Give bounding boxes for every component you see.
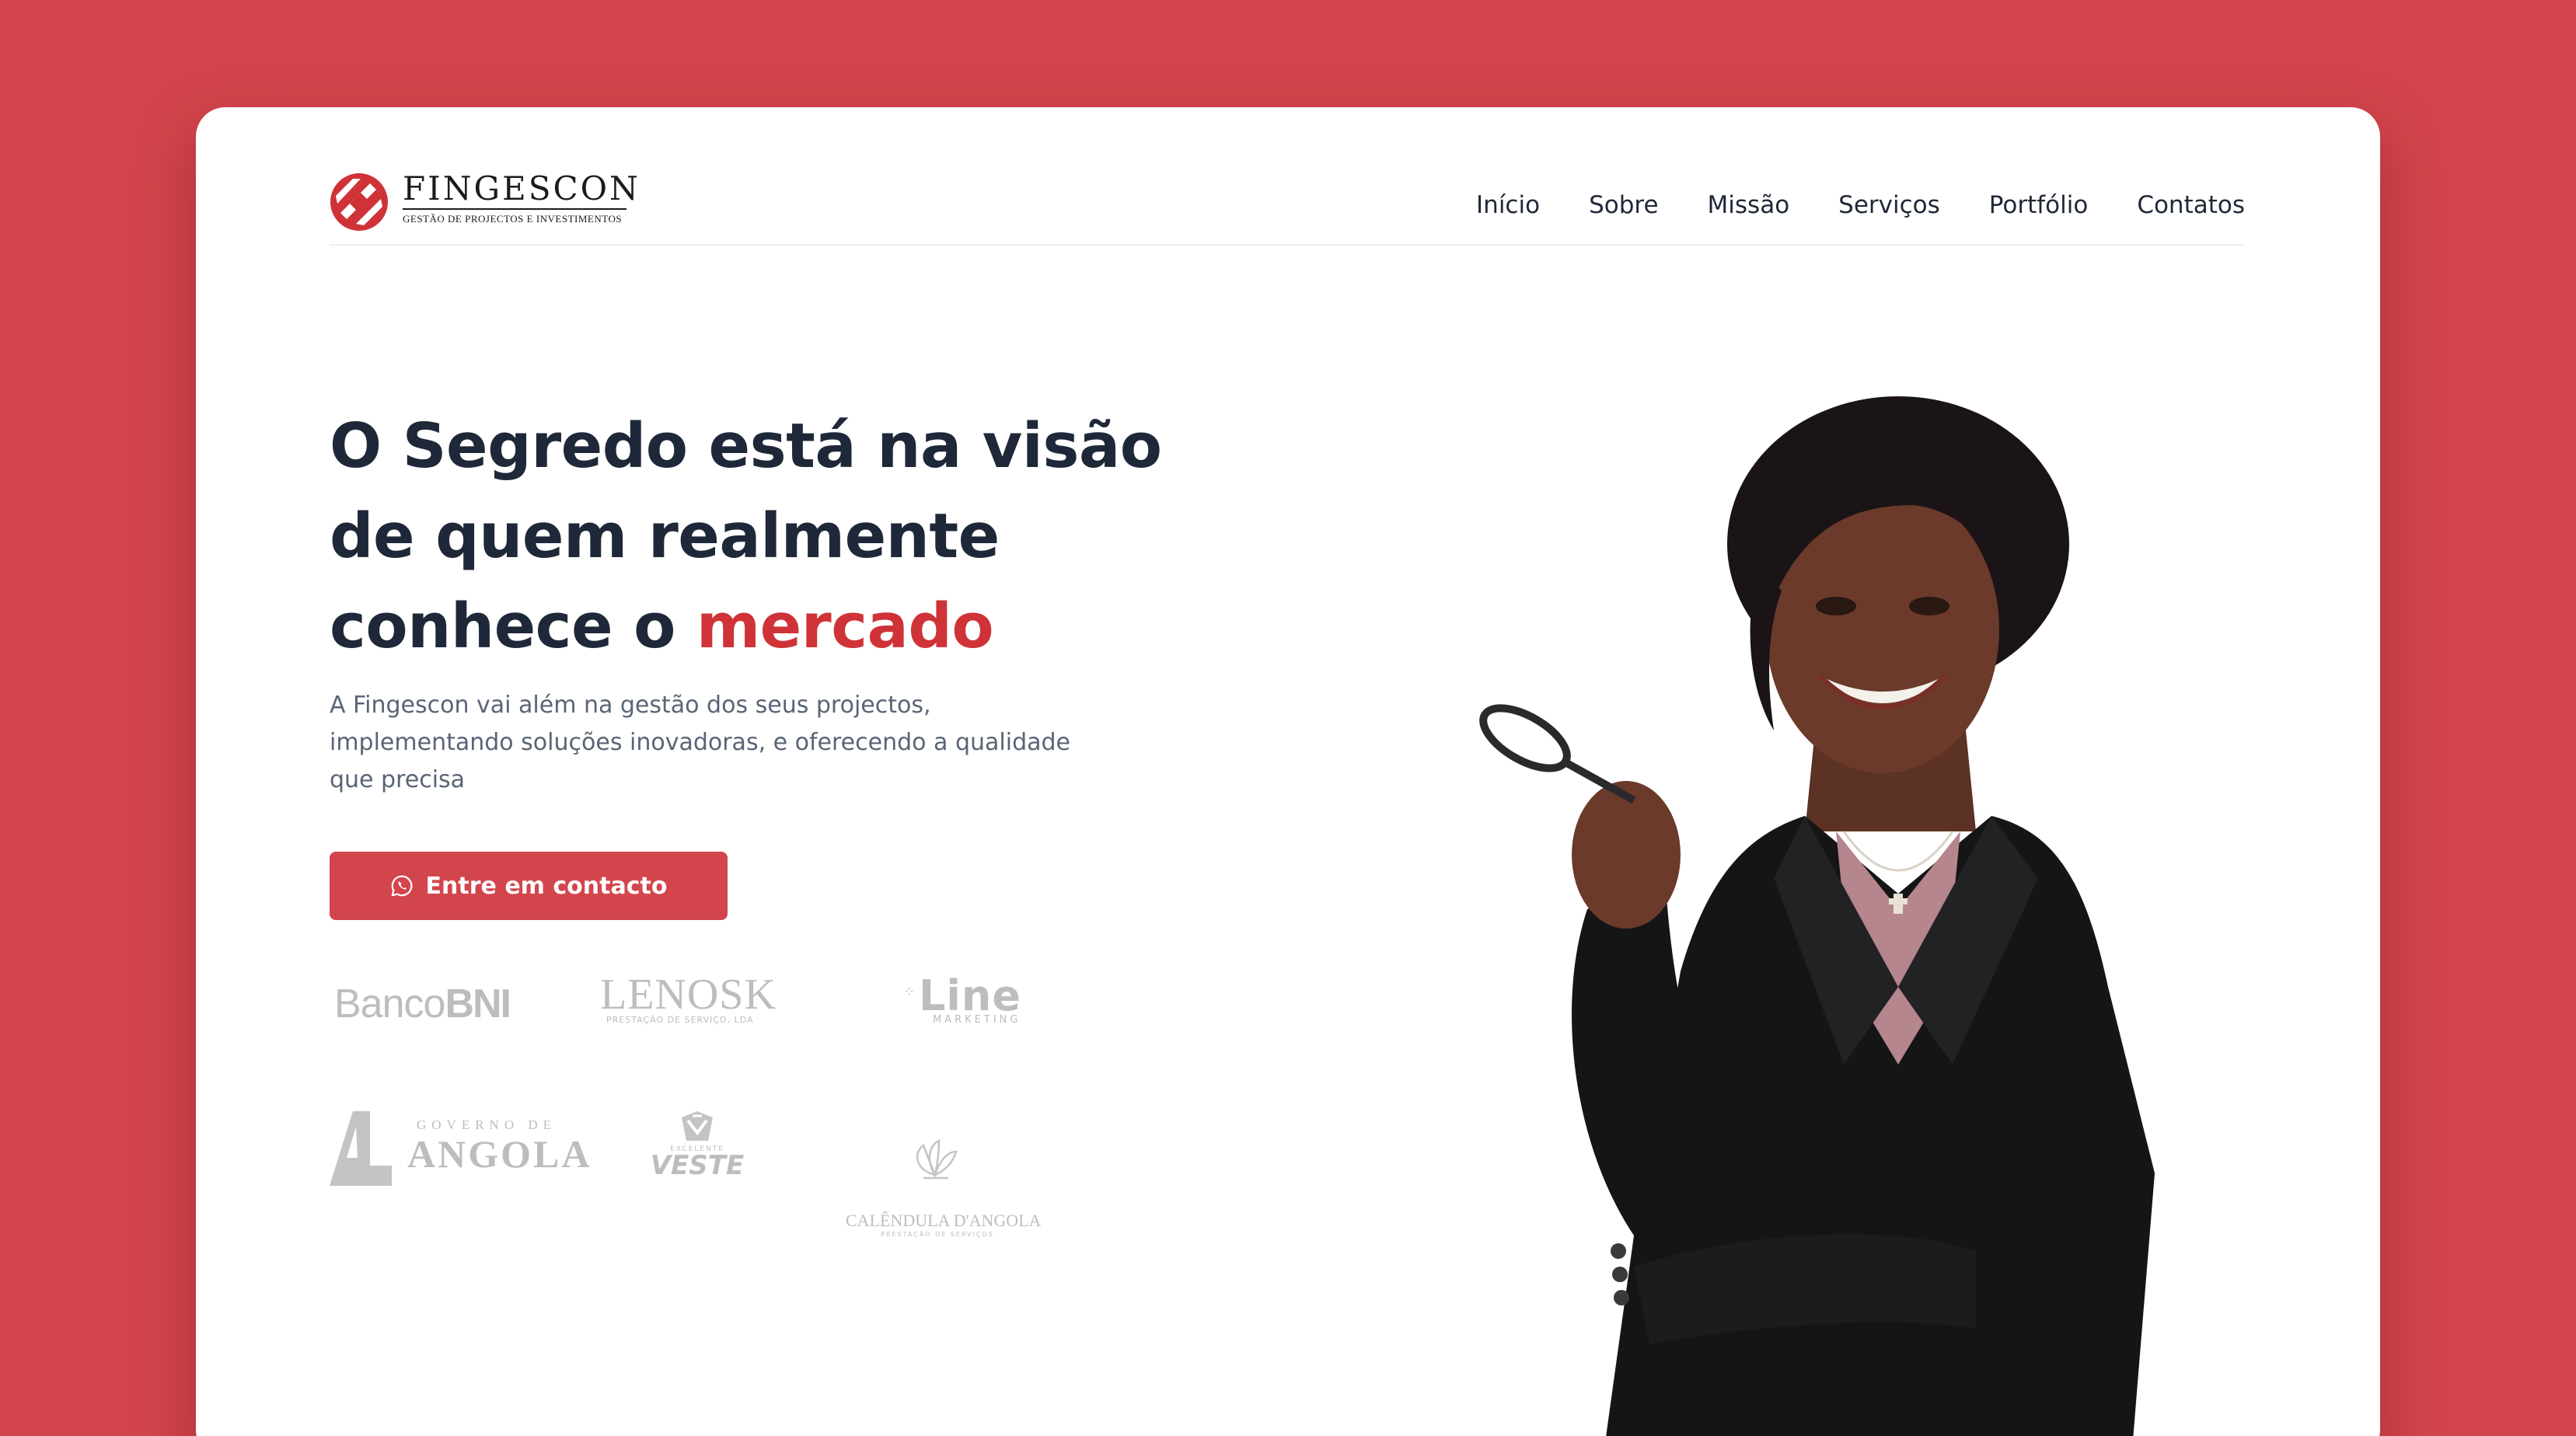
nav-servicos[interactable]: Serviços: [1838, 191, 1940, 219]
line-dots-icon: ⁘: [903, 984, 916, 1000]
hero-title-line1: O Segredo está na visão: [330, 410, 1162, 482]
partner-logo-line-marketing: ⁘ Line MARKETING: [864, 971, 1021, 1026]
browser-card: FINGESCON GESTÃO DE PROJECTOS E INVESTIM…: [196, 107, 2380, 1436]
nav-sobre[interactable]: Sobre: [1589, 191, 1658, 219]
line-name: Line: [919, 971, 1021, 1020]
veste-big-text: VESTE: [650, 1150, 745, 1181]
hero-description: A Fingescon vai além na gestão dos seus …: [330, 692, 1070, 793]
contact-button[interactable]: Entre em contacto: [330, 852, 728, 920]
logo-tagline: GESTÃO DE PROJECTOS E INVESTIMENTOS: [403, 213, 623, 225]
angola-big-text: ANGOLA: [407, 1132, 592, 1176]
nav-contatos[interactable]: Contatos: [2137, 191, 2245, 219]
angola-mark-icon: [330, 1111, 392, 1186]
calendula-name: CALÊNDULA D'ANGOLA: [846, 1211, 1042, 1230]
logo-mark-icon: [330, 173, 388, 231]
nav-missao[interactable]: Missão: [1708, 191, 1790, 219]
hero-title-accent: mercado: [696, 591, 994, 662]
partner-logo-lenosk: LENOSK PRESTAÇÃO DE SERVIÇO, LDA: [600, 970, 777, 1025]
partner-logo-calendula-angola: CALÊNDULA D'ANGOLA PRESTAÇÃO DE SERVIÇOS: [846, 1139, 1042, 1238]
calendula-flower-icon: [916, 1139, 958, 1180]
contact-button-label: Entre em contacto: [425, 872, 668, 900]
line-sub: MARKETING: [933, 1014, 1021, 1026]
businesswoman-portrait: [1479, 396, 2155, 1436]
site-header: FINGESCON GESTÃO DE PROJECTOS E INVESTIM…: [330, 148, 2245, 246]
lenosk-name: LENOSK: [600, 971, 777, 1019]
partner-logo-banco-bni: BancoBNI: [334, 981, 511, 1027]
hero-title-line2: de quem realmente: [330, 500, 1000, 572]
angola-small-text: GOVERNO DE: [417, 1117, 557, 1132]
whatsapp-icon: [391, 875, 412, 897]
logo-rule: [403, 208, 627, 210]
nav-inicio[interactable]: Início: [1476, 191, 1540, 219]
bni-bold-text: BNI: [445, 981, 511, 1026]
hero-title-line3: conhece o: [330, 591, 696, 662]
calendula-sub: PRESTAÇÃO DE SERVIÇOS: [881, 1231, 994, 1238]
lenosk-sub: PRESTAÇÃO DE SERVIÇO, LDA: [606, 1015, 754, 1025]
hero-title: O Segredo está na visão de quem realment…: [330, 401, 1185, 671]
nav-portfolio[interactable]: Portfólio: [1989, 191, 2089, 219]
logo-name: FINGESCON: [403, 169, 641, 207]
main-nav: Início Sobre Missão Serviços Portfólio C…: [1427, 191, 2245, 219]
partner-logo-excelente-veste: EXCELENTE VESTE: [647, 1110, 748, 1181]
bni-light-text: Banco: [334, 981, 445, 1026]
